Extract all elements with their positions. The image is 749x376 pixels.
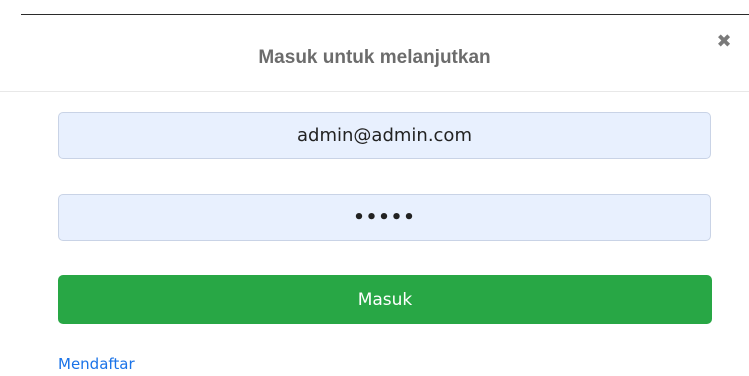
login-modal: Masuk untuk melanjutkan ✖ Masuk Mendafta… bbox=[0, 0, 749, 376]
close-icon[interactable]: ✖ bbox=[713, 30, 735, 52]
password-input[interactable] bbox=[59, 206, 710, 229]
submit-button[interactable]: Masuk bbox=[58, 275, 712, 324]
password-field[interactable] bbox=[58, 194, 711, 241]
email-field[interactable] bbox=[58, 112, 711, 159]
register-link[interactable]: Mendaftar bbox=[58, 357, 135, 372]
modal-title: Masuk untuk melanjutkan bbox=[258, 47, 491, 68]
modal-header: Masuk untuk melanjutkan bbox=[0, 15, 749, 92]
email-input[interactable] bbox=[59, 124, 710, 147]
